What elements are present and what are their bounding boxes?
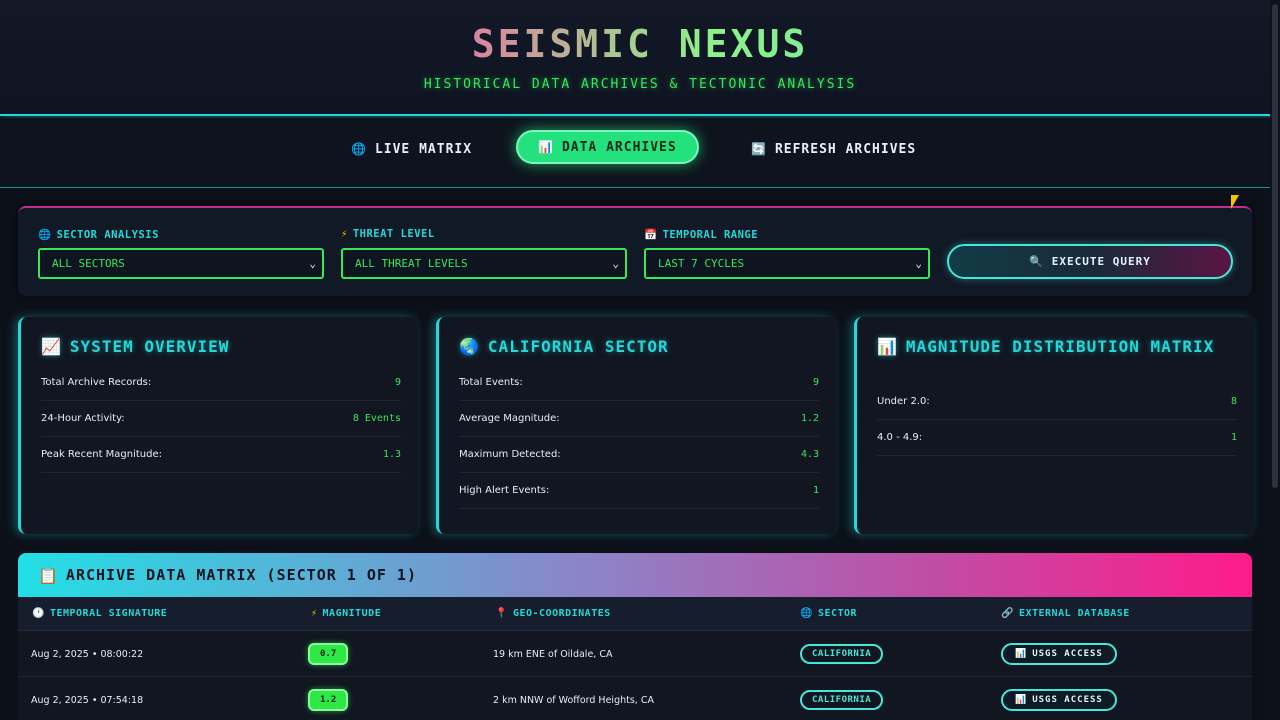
sector-select-value: ALL SECTORS [52,257,125,270]
stat-row: Under 2.0: 8 [877,384,1237,420]
threat-select[interactable]: ALL THREAT LEVELS ⌄ [341,248,627,279]
usgs-access-button[interactable]: 📊 USGS ACCESS [1001,643,1117,665]
tab-label: REFRESH ARCHIVES [774,141,917,157]
tab-label: LIVE MATRIX [374,141,473,157]
row-time: Aug 2, 2025 • 08:00:22 [31,648,144,660]
refresh-icon: 🔄 [751,142,767,156]
stat-row: 24-Hour Activity: 8 Events [41,401,401,437]
search-icon: 🔍 [1029,255,1044,268]
clipboard-icon: 📋 [38,565,58,585]
system-overview-card: 📈 SYSTEM OVERVIEW Total Archive Records: 9… [18,317,418,534]
pin-icon: 📍 [495,608,508,619]
tab-refresh-archives[interactable]: 🔄 REFRESH ARCHIVES [751,132,916,166]
table-row: Aug 2, 2025 • 08:00:22 0.7 19 km ENE of … [18,631,1252,677]
chevron-down-icon: ⌄ [612,257,619,270]
page-header: SEISMIC NEXUS HISTORICAL DATA ARCHIVES &… [0,0,1280,116]
filter-panel: 🌐 SECTOR ANALYSIS ALL SECTORS ⌄ ⚡ THREAT L… [18,206,1252,296]
sector-select[interactable]: ALL SECTORS ⌄ [38,248,324,279]
page-subtitle: HISTORICAL DATA ARCHIVES & TECTONIC ANAL… [423,77,857,92]
column-header[interactable]: ⚡ MAGNITUDE [311,608,381,619]
stat-row: Total Events: 9 [459,365,819,401]
stat-row: Average Magnitude: 1.2 [459,401,819,437]
card-title: 🌏 CALIFORNIA SECTOR [459,337,669,356]
chart-icon: 📊 [1015,695,1028,705]
archive-table: 📋 ARCHIVE DATA MATRIX (SECTOR 1 OF 1) 🕐 T… [18,553,1252,720]
sector-badge: CALIFORNIA [800,644,884,664]
mouse-cursor-icon [1231,195,1243,209]
usgs-access-button[interactable]: 📊 USGS ACCESS [1001,689,1117,711]
range-select[interactable]: LAST 7 CYCLES ⌄ [644,248,930,279]
page-title: SEISMIC NEXUS [0,22,1280,66]
threat-filter-label: ⚡ THREAT LEVEL [341,228,435,240]
nav-tabs: 🌐 LIVE MATRIX 📊 DATA ARCHIVES 🔄 REFRESH … [0,118,1280,188]
column-header[interactable]: 📍 GEO-COORDINATES [495,608,611,619]
clock-icon: 🕐 [32,608,45,619]
earth-icon: 🌏 [459,337,480,356]
threat-select-value: ALL THREAT LEVELS [355,257,468,270]
sector-filter-label: 🌐 SECTOR ANALYSIS [38,228,159,242]
execute-query-button[interactable]: 🔍 EXECUTE QUERY [947,244,1233,279]
magnitude-badge: 1.2 [308,689,349,711]
magnitude-badge: 0.7 [308,643,349,665]
range-filter-label: 📅 TEMPORAL RANGE [644,228,759,242]
column-header[interactable]: 🕐 TEMPORAL SIGNATURE [32,608,167,619]
magnitude-distribution-card: 📊 MAGNITUDE DISTRIBUTION MATRIX Under 2.0… [854,317,1254,534]
bar-chart-icon: 📊 [877,337,898,356]
sector-badge: CALIFORNIA [800,690,884,710]
row-location: 2 km NNW of Wofford Heights, CA [493,694,654,706]
table-header: 🕐 TEMPORAL SIGNATURE ⚡ MAGNITUDE 📍 GEO-COOR… [18,597,1252,631]
stat-row: Total Archive Records: 9 [41,365,401,401]
vertical-scrollbar[interactable] [1270,0,1280,720]
lightning-icon: ⚡ [341,228,348,240]
globe-icon: 🌐 [800,608,813,619]
lightning-icon: ⚡ [311,608,318,619]
archive-header: 📋 ARCHIVE DATA MATRIX (SECTOR 1 OF 1) [18,553,1252,597]
scrollbar-thumb[interactable] [1272,4,1278,488]
chevron-down-icon: ⌄ [915,257,922,270]
calendar-icon: 📅 [644,229,658,241]
table-row: Aug 2, 2025 • 07:54:18 1.2 2 km NNW of W… [18,677,1252,720]
stat-row: High Alert Events: 1 [459,473,819,509]
card-title: 📈 SYSTEM OVERVIEW [41,337,230,356]
planet-icon: 🌐 [38,229,52,241]
trend-icon: 📈 [41,337,62,356]
execute-query-label: EXECUTE QUERY [1051,255,1151,268]
range-select-value: LAST 7 CYCLES [658,257,745,270]
tab-live-matrix[interactable]: 🌐 LIVE MATRIX [351,132,472,166]
row-location: 19 km ENE of Oildale, CA [493,648,613,660]
column-header[interactable]: 🔗 EXTERNAL DATABASE [1001,608,1130,619]
row-time: Aug 2, 2025 • 07:54:18 [31,694,144,706]
tab-data-archives[interactable]: 📊 DATA ARCHIVES [516,130,699,164]
archive-title: ARCHIVE DATA MATRIX (SECTOR 1 OF 1) [65,566,417,584]
globe-icon: 🌐 [351,142,367,156]
column-header[interactable]: 🌐 SECTOR [800,608,857,619]
california-sector-card: 🌏 CALIFORNIA SECTOR Total Events: 9 Averag… [436,317,836,534]
link-icon: 🔗 [1001,608,1014,619]
stat-row: Peak Recent Magnitude: 1.3 [41,437,401,473]
card-title: 📊 MAGNITUDE DISTRIBUTION MATRIX [877,337,1215,356]
stat-row: 4.0 - 4.9: 1 [877,420,1237,456]
chart-icon: 📊 [1015,649,1028,659]
stat-row: Maximum Detected: 4.3 [459,437,819,473]
chevron-down-icon: ⌄ [309,257,316,270]
chart-icon: 📊 [538,140,554,154]
tab-label: DATA ARCHIVES [561,139,677,155]
